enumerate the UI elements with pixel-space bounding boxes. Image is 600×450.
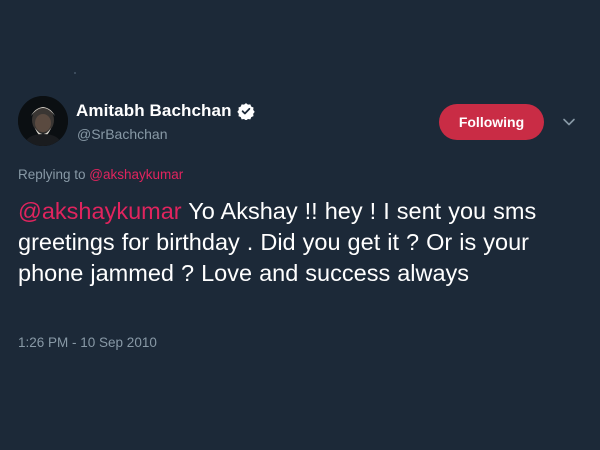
author-name-row: Amitabh Bachchan (76, 101, 255, 121)
divider-dot (74, 72, 76, 74)
tweet-text: @akshaykumar Yo Akshay !! hey ! I sent y… (18, 196, 583, 289)
verified-badge-icon (236, 102, 255, 121)
tweet-timestamp[interactable]: 1:26 PM - 10 Sep 2010 (18, 335, 157, 350)
reply-context: Replying to @akshaykumar (18, 167, 183, 182)
reply-mention-link[interactable]: @akshaykumar (89, 167, 183, 182)
handle[interactable]: @SrBachchan (77, 126, 167, 142)
display-name[interactable]: Amitabh Bachchan (76, 101, 232, 121)
following-button[interactable]: Following (439, 104, 544, 140)
avatar[interactable] (18, 96, 68, 146)
chevron-down-icon[interactable] (562, 115, 576, 129)
profile-avatar-icon (18, 96, 68, 146)
reply-prefix: Replying to (18, 167, 90, 182)
tweet-mention-link[interactable]: @akshaykumar (18, 198, 182, 224)
tweet-card: Amitabh Bachchan @SrBachchan Following R… (0, 0, 600, 450)
